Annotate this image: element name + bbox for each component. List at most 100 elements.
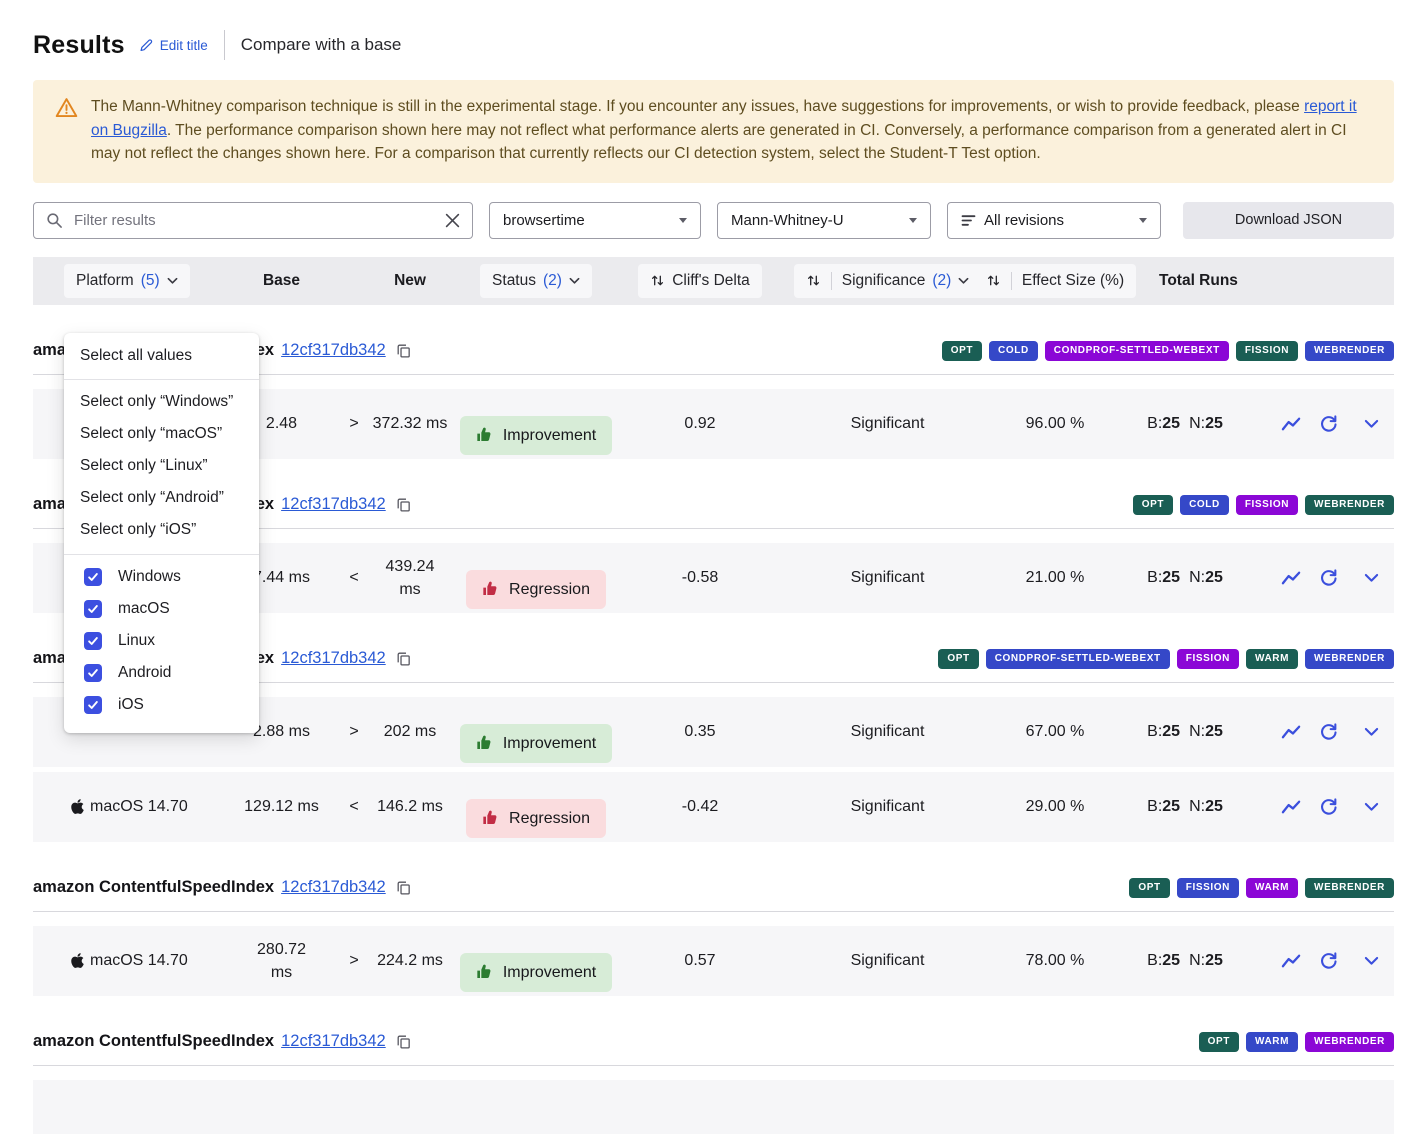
- status-label: Improvement: [503, 732, 596, 755]
- select-only-item[interactable]: Select only “iOS”: [64, 514, 259, 546]
- select-only-item[interactable]: Select only “Android”: [64, 482, 259, 514]
- graph-icon[interactable]: [1281, 953, 1302, 969]
- filter-results-input[interactable]: [72, 211, 436, 230]
- platform-option-label: iOS: [118, 696, 144, 714]
- expand-row-chevron-icon[interactable]: [1364, 956, 1379, 966]
- checkbox-checked-icon[interactable]: [84, 696, 102, 714]
- caret-down-icon: [909, 218, 917, 223]
- tag-list: OPTCONDPROF-SETTLED-WEBEXTFISSIONWARMWEB…: [938, 649, 1394, 669]
- copy-icon[interactable]: [395, 1033, 412, 1050]
- cliffs-delta-value: 0.92: [620, 412, 780, 435]
- significance-value: Significant: [780, 949, 995, 972]
- cliffs-delta-value: 0.57: [620, 949, 780, 972]
- page-title: Results: [33, 31, 125, 60]
- statistic-select[interactable]: Mann-Whitney-U: [717, 202, 931, 239]
- warning-icon: [55, 97, 78, 166]
- revision-link[interactable]: 12cf317db342: [281, 878, 386, 897]
- result-row: macOS 14.70 280.72 ms > 224.2 ms Improve…: [33, 926, 1394, 996]
- download-json-button[interactable]: Download JSON: [1183, 202, 1394, 239]
- select-only-item[interactable]: Select only “Windows”: [64, 386, 259, 418]
- experimental-warning-banner: The Mann-Whitney comparison technique is…: [33, 80, 1394, 183]
- status-badge: Improvement: [460, 416, 612, 455]
- test-title-row: amazon ContentfulSpeedIndex 12cf317db342…: [33, 870, 1394, 906]
- select-only-item[interactable]: Select only “Linux”: [64, 450, 259, 482]
- expand-row-chevron-icon[interactable]: [1364, 727, 1379, 737]
- expand-row-chevron-icon[interactable]: [1364, 419, 1379, 429]
- platform-filter-button[interactable]: Platform (5): [64, 264, 190, 298]
- total-runs-cell: B:25N:25: [1115, 720, 1255, 743]
- comparison-sign: >: [340, 949, 368, 972]
- graph-icon[interactable]: [1281, 570, 1302, 586]
- copy-icon[interactable]: [395, 496, 412, 513]
- significance-value: Significant: [780, 720, 995, 743]
- apple-icon: [70, 952, 85, 969]
- tag-list: OPTFISSIONWARMWEBRENDER: [1129, 878, 1394, 898]
- checkbox-checked-icon[interactable]: [84, 664, 102, 682]
- select-only-item[interactable]: Select only “macOS”: [64, 418, 259, 450]
- copy-icon[interactable]: [395, 342, 412, 359]
- total-runs-cell: B:25N:25: [1115, 566, 1255, 589]
- test-section: amazon ContentfulSpeedIndex 12cf317db342…: [33, 1024, 1394, 1134]
- significance-filter-button[interactable]: Significance (2): [794, 264, 982, 298]
- new-value: 224.2 ms: [368, 949, 452, 972]
- chevron-down-icon: [167, 277, 178, 285]
- platform-cell: macOS 14.70: [33, 949, 223, 972]
- clear-search-icon[interactable]: [445, 213, 460, 228]
- copy-icon[interactable]: [395, 879, 412, 896]
- effect-size-value: 67.00 %: [995, 720, 1115, 743]
- cliffs-delta-value: -0.58: [620, 566, 780, 589]
- checkbox-checked-icon[interactable]: [84, 600, 102, 618]
- revision-link[interactable]: 12cf317db342: [281, 1032, 386, 1051]
- retrigger-icon[interactable]: [1319, 797, 1338, 816]
- platform-option-label: Windows: [118, 568, 181, 586]
- row-actions: [1255, 951, 1394, 970]
- significance-value: Significant: [780, 412, 995, 435]
- retrigger-icon[interactable]: [1319, 568, 1338, 587]
- tag-opt: OPT: [1133, 495, 1173, 515]
- total-runs-cell: B:25N:25: [1115, 412, 1255, 435]
- platform-option-windows[interactable]: Windows: [64, 561, 259, 593]
- checkbox-checked-icon[interactable]: [84, 632, 102, 650]
- graph-icon[interactable]: [1281, 416, 1302, 432]
- revision-link[interactable]: 12cf317db342: [281, 341, 386, 360]
- retrigger-icon[interactable]: [1319, 722, 1338, 741]
- platform-option-android[interactable]: Android: [64, 657, 259, 689]
- page-header: Results Edit title Compare with a base: [33, 30, 1394, 60]
- checkbox-checked-icon[interactable]: [84, 568, 102, 586]
- platform-option-label: Android: [118, 664, 171, 682]
- platform-option-linux[interactable]: Linux: [64, 625, 259, 657]
- cliffs-delta-sort-button[interactable]: Cliff's Delta: [638, 264, 762, 298]
- expand-row-chevron-icon[interactable]: [1364, 573, 1379, 583]
- expand-row-chevron-icon[interactable]: [1364, 802, 1379, 812]
- tag-condprof-settled-webext: CONDPROF-SETTLED-WEBEXT: [986, 649, 1170, 669]
- tag-list: OPTCOLDCONDPROF-SETTLED-WEBEXTFISSIONWEB…: [942, 341, 1394, 361]
- edit-title-button[interactable]: Edit title: [139, 38, 208, 53]
- retrigger-icon[interactable]: [1319, 414, 1338, 433]
- graph-icon[interactable]: [1281, 724, 1302, 740]
- platform-option-macos[interactable]: macOS: [64, 593, 259, 625]
- row-actions: [1255, 414, 1394, 433]
- revision-link[interactable]: 12cf317db342: [281, 495, 386, 514]
- table-header: Platform (5) Base New Status (2) Cl: [33, 257, 1394, 305]
- framework-select[interactable]: browsertime: [489, 202, 701, 239]
- platform-option-ios[interactable]: iOS: [64, 689, 259, 721]
- tag-opt: OPT: [1199, 1032, 1239, 1052]
- platform-label: macOS 14.70: [90, 795, 188, 818]
- comparison-sign: >: [340, 412, 368, 435]
- status-badge: Improvement: [460, 953, 612, 992]
- effect-size-sort-button[interactable]: Effect Size (%): [974, 264, 1136, 298]
- tag-opt: OPT: [942, 341, 982, 361]
- graph-icon[interactable]: [1281, 799, 1302, 815]
- status-label: Improvement: [503, 961, 596, 984]
- status-cell: [452, 1084, 620, 1130]
- retrigger-icon[interactable]: [1319, 951, 1338, 970]
- section-divider: [33, 911, 1394, 912]
- tag-condprof-settled-webext: CONDPROF-SETTLED-WEBEXT: [1045, 341, 1229, 361]
- tag-cold: COLD: [989, 341, 1038, 361]
- select-all-values-item[interactable]: Select all values: [64, 337, 259, 377]
- revisions-select[interactable]: All revisions: [947, 202, 1161, 239]
- revision-link[interactable]: 12cf317db342: [281, 649, 386, 668]
- status-filter-button[interactable]: Status (2): [480, 264, 592, 298]
- copy-icon[interactable]: [395, 650, 412, 667]
- filter-search-box[interactable]: [33, 202, 473, 239]
